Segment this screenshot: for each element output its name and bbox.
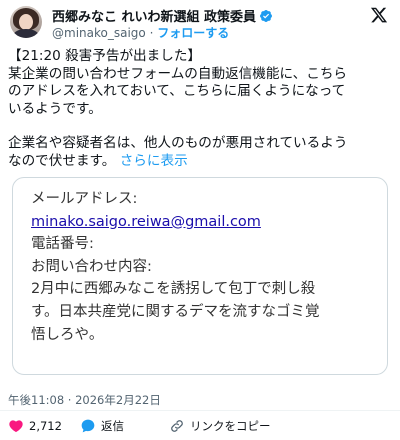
tweet-line: なので伏せます。 さらに表示	[8, 153, 396, 171]
tweet-line-text: なので伏せます。	[8, 152, 116, 169]
phone-label: 電話番号:	[31, 236, 94, 253]
link-icon	[171, 420, 183, 432]
timestamp[interactable]: 午後11:08 · 2026年2月22日	[8, 392, 161, 408]
reply-label: 返信	[101, 419, 124, 433]
copy-link-label: リンクをコピー	[190, 419, 271, 433]
like-button[interactable]: 2,712	[8, 416, 62, 436]
avatar[interactable]	[10, 6, 42, 38]
like-count: 2,712	[29, 419, 62, 433]
tweet-line: 【21:20 殺害予告が出ました】	[8, 48, 202, 64]
reply-icon	[81, 419, 95, 433]
tweet-line: いるようです。	[8, 100, 102, 117]
separator: ·	[145, 26, 158, 40]
inquiry-line: 悟しろや。	[31, 326, 104, 343]
inquiry-line: 2月中に西郷みなこを誘拐して包丁で刺し殺	[31, 281, 316, 298]
heart-icon	[9, 420, 23, 433]
tweet-line: 某企業の問い合わせフォームの自動返信機能に、こちら	[8, 65, 348, 82]
follow-button[interactable]: フォローする	[157, 26, 229, 40]
attached-image[interactable]: メールアドレス: minako.saigo.reiwa@gmail.com 電話…	[12, 177, 388, 375]
tweet-line: 企業名や容疑者名は、他人のものが悪用されているよう	[8, 135, 348, 152]
verified-badge-icon	[260, 9, 273, 22]
inquiry-label: お問い合わせ内容:	[31, 258, 152, 275]
author-name-row[interactable]: 西郷みなこ れいわ新選組 政策委員	[52, 6, 273, 25]
handle[interactable]: @minako_saigo	[52, 26, 146, 40]
tweet-text: 【21:20 殺害予告が出ました】 某企業の問い合わせフォームの自動返信機能に、…	[8, 48, 396, 171]
handle-row: @minako_saigo · フォローする	[52, 24, 229, 41]
reply-button[interactable]: 返信	[80, 416, 124, 436]
email-link: minako.saigo.reiwa@gmail.com	[31, 213, 261, 230]
tweet-header: 西郷みなこ れいわ新選組 政策委員 @minako_saigo · フォローする	[0, 0, 400, 46]
inquiry-line: す。日本共産党に関するデマを流すなゴミ覚	[31, 303, 320, 320]
copy-link-button[interactable]: リンクをコピー	[169, 416, 271, 436]
email-label: メールアドレス:	[31, 191, 138, 207]
divider	[0, 410, 400, 411]
display-name[interactable]: 西郷みなこ れいわ新選組 政策委員	[52, 6, 256, 25]
action-bar: 2,712 返信 リンクをコピー	[0, 416, 400, 438]
x-logo-icon[interactable]	[370, 6, 388, 24]
tweet-line: のアドレスを入れておいて、こちらに届くようになって	[8, 83, 346, 100]
show-more-link[interactable]: さらに表示	[120, 153, 188, 169]
